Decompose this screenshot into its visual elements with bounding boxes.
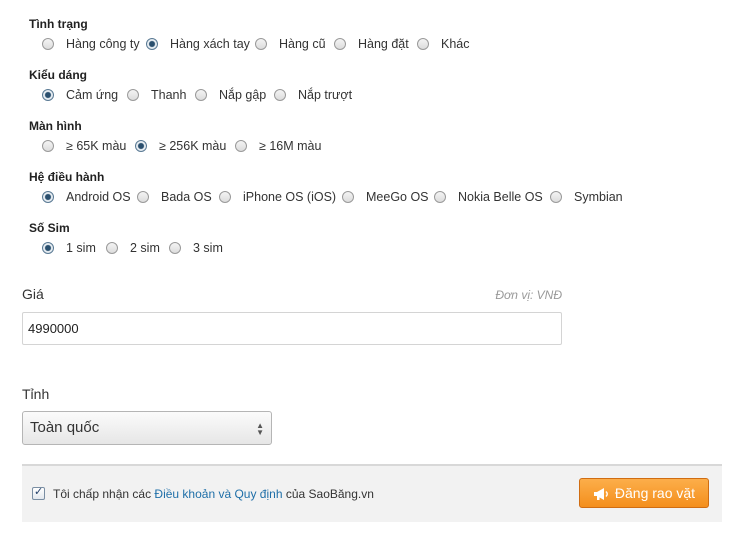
radio-label: 3 sim — [193, 241, 223, 255]
updown-arrows-icon: ▲ ▼ — [256, 421, 264, 437]
radio-button[interactable] — [434, 191, 446, 203]
radio-button[interactable] — [146, 38, 158, 50]
radio-button[interactable] — [342, 191, 354, 203]
radio-label: Hàng công ty — [66, 37, 140, 51]
filter-group-title: Hệ điều hành — [29, 170, 105, 184]
price-unit-hint: Đơn vị: VNĐ — [495, 288, 562, 302]
filter-group-screen: Màn hình ≥ 65K màu ≥ 256K màu ≥ 16M màu — [29, 118, 321, 153]
filter-group-style: Kiểu dáng Cảm ứng Thanh Nắp gập Nắp trượ… — [29, 67, 352, 102]
radio-label: 1 sim — [66, 241, 96, 255]
province-select-value: Toàn quốc — [30, 419, 100, 436]
radio-button[interactable] — [274, 89, 286, 101]
radio-button[interactable] — [219, 191, 231, 203]
radio-label: 2 sim — [130, 241, 160, 255]
radio-button[interactable] — [334, 38, 346, 50]
radio-label: Bada OS — [161, 190, 212, 204]
filter-group-title: Kiểu dáng — [29, 68, 88, 82]
radio-button[interactable] — [106, 242, 118, 254]
radio-button[interactable] — [42, 242, 54, 254]
radio-button[interactable] — [42, 89, 54, 101]
radio-button[interactable] — [127, 89, 139, 101]
filter-group-title: Số Sim — [29, 221, 70, 235]
terms-link[interactable]: Điều khoản và Quy định — [154, 487, 282, 501]
radio-button[interactable] — [195, 89, 207, 101]
radio-button[interactable] — [417, 38, 429, 50]
radio-label: Android OS — [66, 190, 131, 204]
radio-button[interactable] — [42, 38, 54, 50]
filter-group-title: Màn hình — [29, 119, 82, 133]
radio-label: Cảm ứng — [66, 88, 119, 102]
price-label: Giá — [22, 286, 44, 302]
radio-label: Khác — [441, 37, 470, 51]
radio-label: Nokia Belle OS — [458, 190, 543, 204]
terms-suffix: của SaoBăng.vn — [285, 487, 374, 501]
province-label: Tỉnh — [22, 386, 50, 402]
radio-label: Symbian — [574, 190, 623, 204]
radio-label: MeeGo OS — [366, 190, 429, 204]
radio-label: Nắp gập — [219, 88, 267, 102]
radio-button[interactable] — [550, 191, 562, 203]
radio-label: iPhone OS (iOS) — [243, 190, 337, 204]
price-input[interactable]: 4990000 — [22, 312, 562, 345]
radio-button[interactable] — [42, 140, 54, 152]
filter-group-sim: Số Sim 1 sim 2 sim 3 sim — [29, 220, 223, 255]
radio-label: Hàng cũ — [279, 37, 326, 51]
checkmark-icon: ✓ — [34, 486, 44, 498]
radio-button[interactable] — [135, 140, 147, 152]
radio-label: Hàng xách tay — [170, 37, 250, 51]
submit-bar: ✓ Tôi chấp nhận các Điều khoản và Quy đị… — [22, 464, 722, 522]
radio-label: ≥ 16M màu — [259, 139, 322, 153]
radio-button[interactable] — [255, 38, 267, 50]
radio-label: Thanh — [151, 88, 187, 102]
submit-ad-button[interactable]: Đăng rao vặt — [579, 478, 709, 508]
filter-group-title: Tình trạng — [29, 17, 88, 31]
province-select[interactable]: Toàn quốc ▲ ▼ — [22, 411, 272, 445]
radio-button[interactable] — [42, 191, 54, 203]
radio-label: ≥ 256K màu — [159, 139, 227, 153]
terms-text: Tôi chấp nhận các Điều khoản và Quy định… — [53, 487, 374, 501]
radio-button[interactable] — [137, 191, 149, 203]
terms-checkbox[interactable]: ✓ — [32, 486, 45, 500]
terms-prefix: Tôi chấp nhận các — [53, 487, 152, 501]
radio-label: ≥ 65K màu — [66, 139, 127, 153]
radio-button[interactable] — [235, 140, 247, 152]
filter-group-os: Hệ điều hành Android OS Bada OS iPhone O… — [29, 169, 623, 204]
submit-button-label: Đăng rao vặt — [614, 485, 696, 501]
radio-label: Hàng đặt — [358, 37, 409, 51]
megaphone-icon — [593, 488, 608, 501]
filter-group-condition: Tình trạng Hàng công ty Hàng xách tay Hà… — [29, 16, 470, 51]
radio-label: Nắp trượt — [298, 88, 353, 102]
radio-button[interactable] — [169, 242, 181, 254]
